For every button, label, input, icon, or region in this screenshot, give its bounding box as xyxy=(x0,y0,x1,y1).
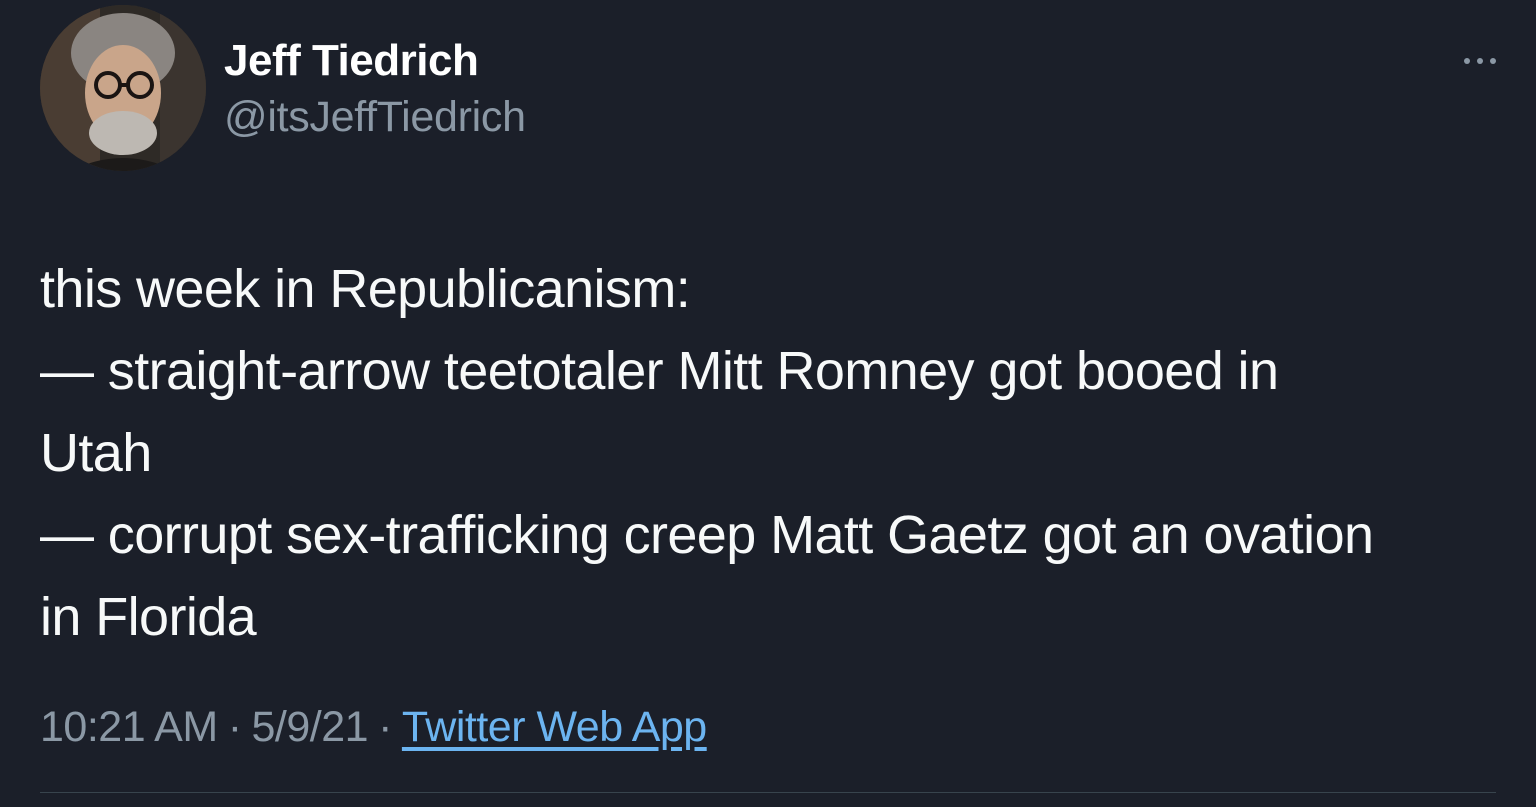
tweet-line: Utah xyxy=(40,423,152,483)
tweet-line: — corrupt sex-trafficking creep Matt Gae… xyxy=(40,505,1374,565)
tweet-line: — straight-arrow teetotaler Mitt Romney … xyxy=(40,341,1279,401)
meta-separator: · xyxy=(227,703,242,751)
avatar-image xyxy=(40,5,206,171)
more-horizontal-icon xyxy=(1464,58,1470,64)
source-link[interactable]: Twitter Web App xyxy=(402,703,707,751)
tweet-card: Jeff Tiedrich @itsJeffTiedrich this week… xyxy=(0,0,1536,807)
display-name[interactable]: Jeff Tiedrich xyxy=(224,36,479,86)
tweet-line: this week in Republicanism: xyxy=(40,259,691,319)
user-handle[interactable]: @itsJeffTiedrich xyxy=(224,93,526,142)
tweet-time[interactable]: 10:21 AM xyxy=(40,703,218,751)
meta-separator: · xyxy=(378,703,392,751)
more-options-button[interactable] xyxy=(1456,40,1506,80)
divider xyxy=(40,792,1496,793)
tweet-date[interactable]: 5/9/21 xyxy=(252,703,369,751)
tweet-text: this week in Republicanism: — straight-a… xyxy=(40,248,1510,658)
tweet-line: in Florida xyxy=(40,587,257,647)
avatar[interactable] xyxy=(40,5,206,171)
tweet-meta: 10:21 AM · 5/9/21 · Twitter Web App xyxy=(40,703,707,752)
